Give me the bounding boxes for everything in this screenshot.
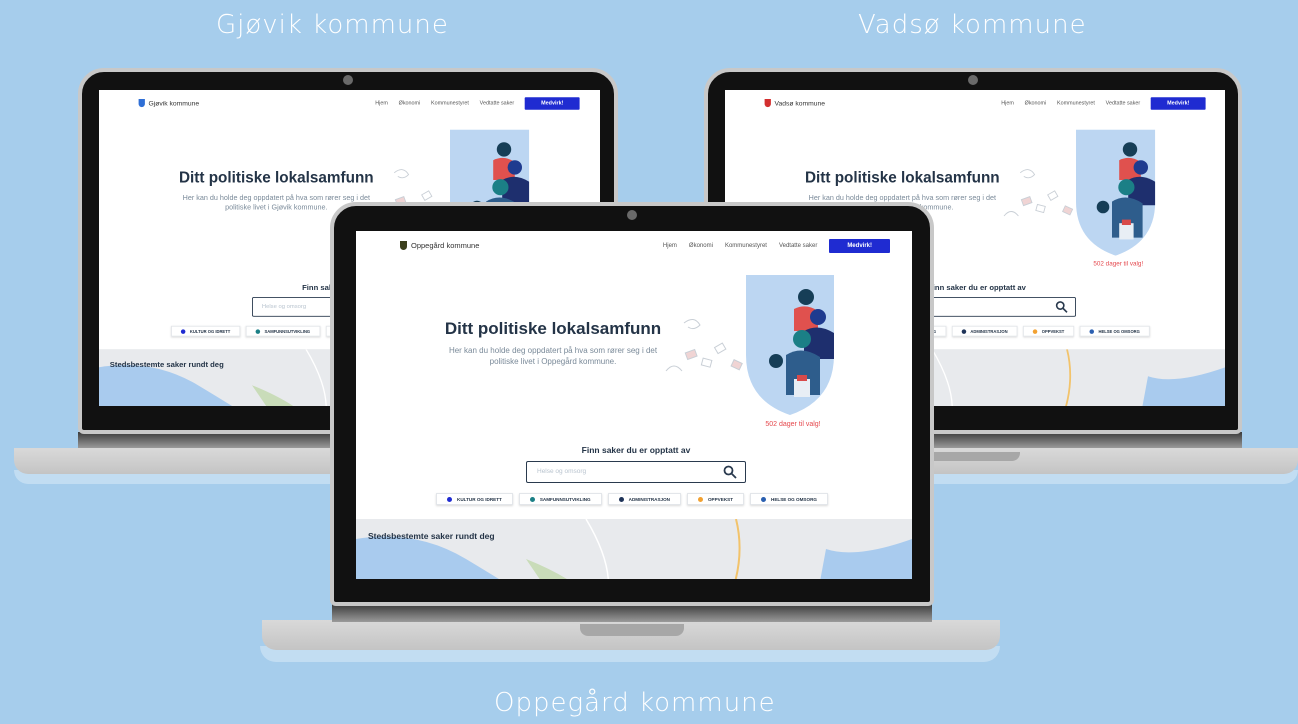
- site-nav: Oppegård kommune Hjem Økonomi Kommunesty…: [356, 231, 912, 261]
- search-icon[interactable]: [723, 465, 737, 479]
- category-dot-icon: [697, 496, 703, 502]
- find-issues-heading: Finn saker du er opptatt av: [581, 445, 691, 455]
- category-chip[interactable]: SAMFUNNSUTVIKLING: [518, 493, 602, 505]
- category-chip[interactable]: HELSE OG OMSORG: [1079, 325, 1150, 337]
- site-nav: Gjøvik kommune Hjem Økonomi Kommunestyre…: [99, 90, 599, 117]
- category-chips: KULTUR OG IDRETT SAMFUNNSUTVIKLING ADMINIS…: [436, 493, 828, 505]
- site-logo[interactable]: Oppegård kommune: [400, 241, 479, 250]
- site-menu: Hjem Økonomi Kommunestyret Vedtatte sake…: [375, 97, 580, 110]
- category-chip[interactable]: OPPVEKST: [1022, 325, 1075, 337]
- site-menu: Hjem Økonomi Kommunestyret Vedtatte sake…: [663, 239, 890, 253]
- category-chip-label: ADMINISTRASJON: [970, 328, 1008, 334]
- nav-link-kommunestyret[interactable]: Kommunestyret: [1057, 101, 1095, 106]
- search-box[interactable]: Helse og omsorg: [526, 461, 746, 483]
- search-input[interactable]: Helse og omsorg: [262, 303, 306, 309]
- nav-link-hjem[interactable]: Hjem: [1001, 101, 1014, 106]
- laptop-hinge: [930, 432, 1242, 448]
- search-input[interactable]: Helse og omsorg: [537, 468, 586, 475]
- webcam: [968, 75, 978, 85]
- map-label: Stedsbestemte saker rundt deg: [368, 531, 495, 541]
- site-logo[interactable]: Vadsø kommune: [764, 99, 826, 108]
- nav-link-okonomi[interactable]: Økonomi: [1025, 101, 1047, 106]
- category-chip-label: SAMFUNNSUTVIKLING: [539, 496, 591, 502]
- map-label: Stedsbestemte saker rundt deg: [109, 360, 224, 369]
- category-dot-icon: [1089, 328, 1095, 334]
- nav-link-hjem[interactable]: Hjem: [375, 101, 388, 106]
- coat-of-arms-icon: [138, 99, 145, 108]
- category-dot-icon: [447, 496, 452, 502]
- category-chip-label: OPPVEKST: [1041, 328, 1065, 334]
- trackpad-notch: [580, 624, 684, 636]
- category-dot-icon: [180, 328, 186, 334]
- category-chip[interactable]: HELSE OG OMSORG: [750, 493, 828, 505]
- site-name: Vadsø kommune: [774, 99, 826, 108]
- nav-link-kommunestyret[interactable]: Kommunestyret: [725, 243, 767, 249]
- site-menu: Hjem Økonomi Kommunestyret Vedtatte sake…: [1001, 97, 1206, 110]
- election-countdown: 502 dager til valg!: [765, 421, 821, 428]
- site-name: Gjøvik kommune: [148, 99, 200, 108]
- map-section[interactable]: Stedsbestemte saker rundt deg: [356, 519, 912, 579]
- website-oppegard: Oppegård kommune Hjem Økonomi Kommunesty…: [356, 231, 912, 579]
- category-chip-label: HELSE OG OMSORG: [771, 496, 817, 502]
- nav-link-vedtatte-saker[interactable]: Vedtatte saker: [779, 243, 817, 249]
- hero-subtitle: Her kan du holde deg oppdatert på hva so…: [448, 346, 658, 366]
- nav-link-vedtatte-saker[interactable]: Vedtatte saker: [480, 101, 515, 106]
- coat-of-arms-icon: [764, 99, 771, 108]
- category-chip-label: HELSE OG OMSORG: [1098, 328, 1140, 334]
- hero-title: Ditt politiske lokalsamfunn: [444, 319, 662, 338]
- election-countdown: 502 dager til valg!: [1093, 261, 1144, 268]
- screen-oppegard: Oppegård kommune Hjem Økonomi Kommunesty…: [356, 231, 912, 579]
- webcam: [343, 75, 353, 85]
- category-dot-icon: [618, 496, 624, 502]
- floating-papers-decoration: [1003, 169, 1074, 217]
- nav-link-hjem[interactable]: Hjem: [663, 243, 677, 249]
- nav-link-kommunestyret[interactable]: Kommunestyret: [431, 101, 469, 106]
- medvirk-button[interactable]: Medvirk!: [829, 239, 890, 253]
- category-chip[interactable]: KULTUR OG IDRETT: [171, 325, 241, 337]
- category-chip[interactable]: SAMFUNNSUTVIKLING: [245, 325, 321, 337]
- caption-oppegard: Oppegård kommune: [494, 688, 776, 718]
- nav-link-okonomi[interactable]: Økonomi: [689, 243, 713, 249]
- hero-title: Ditt politiske lokalsamfunn: [178, 169, 374, 187]
- caption-gjovik: Gjøvik kommune: [216, 10, 449, 40]
- caption-vadso: Vadsø kommune: [858, 10, 1087, 40]
- category-chip-label: ADMINISTRASJON: [628, 496, 670, 502]
- category-dot-icon: [961, 328, 966, 334]
- hero-illustration: [1076, 129, 1156, 256]
- category-chip-label: SAMFUNNSUTVIKLING: [264, 328, 311, 334]
- laptop-bezel: Oppegård kommune Hjem Økonomi Kommunesty…: [330, 202, 934, 606]
- coat-of-arms-icon: [400, 241, 407, 250]
- medvirk-button[interactable]: Medvirk!: [524, 97, 580, 110]
- category-chip[interactable]: KULTUR OG IDRETT: [436, 493, 513, 505]
- trackpad-notch: [920, 452, 1020, 461]
- webcam: [627, 210, 637, 220]
- category-chip[interactable]: ADMINISTRASJON: [951, 325, 1018, 337]
- category-chip-label: KULTUR OG IDRETT: [457, 496, 502, 502]
- category-chip[interactable]: OPPVEKST: [686, 493, 745, 505]
- site-logo[interactable]: Gjøvik kommune: [138, 99, 200, 108]
- category-chip-label: KULTUR OG IDRETT: [189, 328, 231, 334]
- site-name: Oppegård kommune: [411, 241, 480, 250]
- category-chip-label: OPPVEKST: [707, 496, 734, 502]
- category-dot-icon: [761, 496, 767, 502]
- category-dot-icon: [529, 496, 535, 502]
- hero-title: Ditt politiske lokalsamfunn: [804, 169, 1000, 187]
- map-background: [356, 519, 912, 579]
- category-chip[interactable]: ADMINISTRASJON: [607, 493, 681, 505]
- floating-papers-decoration: [665, 319, 743, 372]
- category-dot-icon: [1032, 328, 1038, 334]
- category-dot-icon: [255, 328, 260, 334]
- medvirk-button[interactable]: Medvirk!: [1150, 97, 1206, 110]
- laptop-hinge: [332, 604, 932, 622]
- nav-link-vedtatte-saker[interactable]: Vedtatte saker: [1106, 101, 1141, 106]
- nav-link-okonomi[interactable]: Økonomi: [399, 101, 421, 106]
- hero-illustration: [746, 275, 834, 415]
- site-nav: Vadsø kommune Hjem Økonomi Kommunestyret…: [725, 90, 1225, 117]
- search-icon[interactable]: [1055, 301, 1068, 314]
